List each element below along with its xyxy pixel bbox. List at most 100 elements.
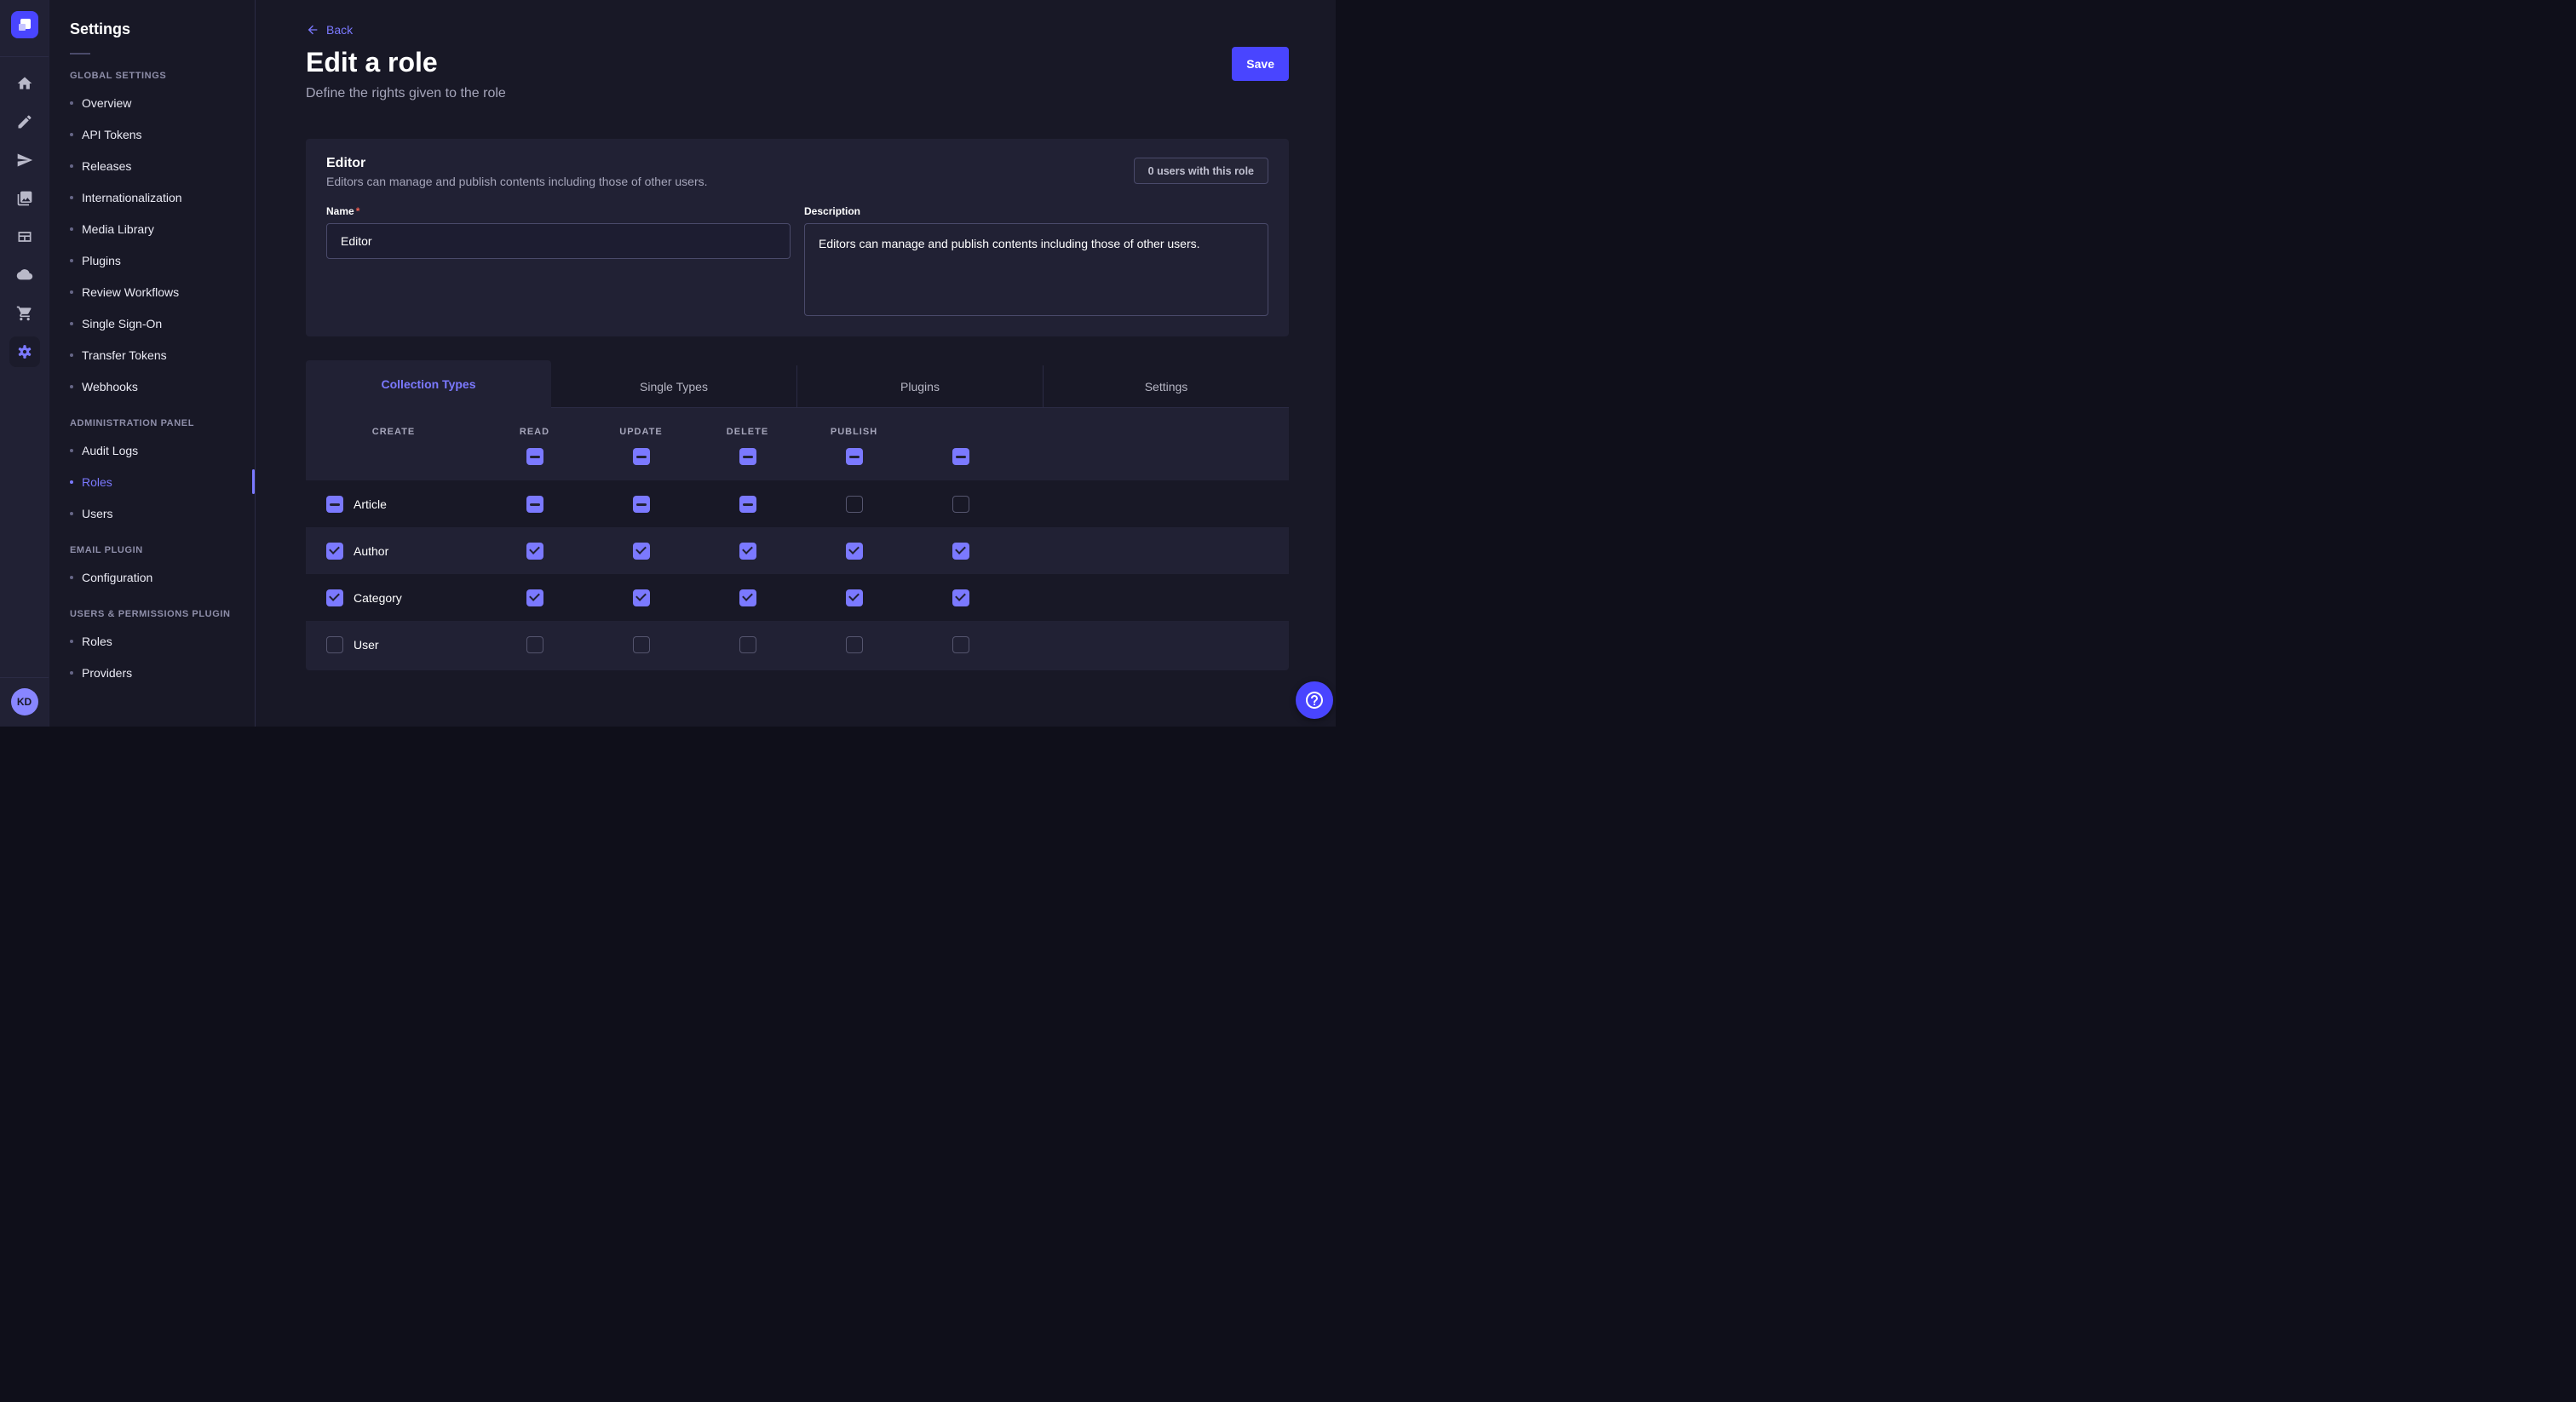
description-textarea[interactable]: Editors can manage and publish contents …	[804, 223, 1268, 316]
row-label: User	[354, 638, 379, 652]
row-checkbox-user[interactable]	[326, 636, 343, 653]
rail-divider	[0, 56, 49, 57]
permission-row-article: Article	[306, 480, 1289, 527]
page-title: Edit a role	[306, 45, 438, 79]
user-avatar[interactable]: KD	[11, 688, 38, 715]
subnav-item-email-configuration[interactable]: Configuration	[49, 561, 255, 593]
subnav-item-overview[interactable]: Overview	[49, 87, 255, 118]
bullet-dot-icon	[70, 576, 73, 579]
subnav-item-audit-logs[interactable]: Audit Logs	[49, 434, 255, 466]
author-update-checkbox[interactable]	[739, 543, 756, 560]
bullet-dot-icon	[70, 353, 73, 357]
category-update-checkbox[interactable]	[739, 589, 756, 606]
subnav-item-admin-users[interactable]: Users	[49, 497, 255, 529]
category-read-checkbox[interactable]	[633, 589, 650, 606]
author-delete-checkbox[interactable]	[846, 543, 863, 560]
paper-plane-icon	[16, 152, 33, 169]
author-create-checkbox[interactable]	[526, 543, 543, 560]
bullet-dot-icon	[70, 322, 73, 325]
home-nav-button[interactable]	[9, 68, 40, 99]
subnav-item-admin-roles[interactable]: Roles	[49, 466, 255, 497]
user-read-checkbox[interactable]	[633, 636, 650, 653]
article-publish-checkbox[interactable]	[952, 496, 969, 513]
subnav-title: Settings	[70, 20, 255, 38]
description-field-group: Description Editors can manage and publi…	[804, 205, 1268, 320]
category-create-checkbox[interactable]	[526, 589, 543, 606]
content-manager-nav-button[interactable]	[9, 106, 40, 137]
bullet-dot-icon	[70, 227, 73, 231]
main-content: Back Edit a role Save Define the rights …	[256, 0, 1336, 727]
user-create-checkbox[interactable]	[526, 636, 543, 653]
strapi-logo[interactable]	[11, 11, 38, 38]
bullet-dot-icon	[70, 640, 73, 643]
media-library-nav-button[interactable]	[9, 183, 40, 214]
permission-row-author: Author	[306, 527, 1289, 574]
row-checkbox-author[interactable]	[326, 543, 343, 560]
section-label: ADMINISTRATION PANEL	[70, 417, 255, 429]
select-all-update-checkbox[interactable]	[739, 448, 756, 465]
help-button[interactable]	[1296, 681, 1333, 719]
category-delete-checkbox[interactable]	[846, 589, 863, 606]
permissions-panel: CREATE READ UPDATE DELETE PUBLISH Art	[306, 408, 1289, 670]
content-type-builder-nav-button[interactable]	[9, 221, 40, 252]
settings-nav-button[interactable]	[9, 336, 40, 367]
settings-subnav: Settings GLOBAL SETTINGS Overview API To…	[49, 0, 256, 727]
permission-row-user: User	[306, 621, 1289, 668]
marketplace-nav-button[interactable]	[9, 298, 40, 329]
role-name-heading: Editor	[326, 156, 708, 171]
users-with-role-button[interactable]: 0 users with this role	[1134, 158, 1268, 184]
article-read-checkbox[interactable]	[633, 496, 650, 513]
row-checkbox-category[interactable]	[326, 589, 343, 606]
subnav-item-single-sign-on[interactable]: Single Sign-On	[49, 307, 255, 339]
subnav-item-transfer-tokens[interactable]: Transfer Tokens	[49, 339, 255, 371]
subnav-item-webhooks[interactable]: Webhooks	[49, 371, 255, 402]
name-input[interactable]	[326, 223, 791, 259]
user-delete-checkbox[interactable]	[846, 636, 863, 653]
tab-collection-types[interactable]: Collection Types	[306, 360, 551, 408]
role-description-text: Editors can manage and publish contents …	[326, 175, 708, 188]
save-button[interactable]: Save	[1232, 47, 1289, 81]
author-publish-checkbox[interactable]	[952, 543, 969, 560]
cloud-nav-button[interactable]	[9, 260, 40, 290]
subnav-item-up-providers[interactable]: Providers	[49, 657, 255, 688]
tab-settings[interactable]: Settings	[1043, 365, 1289, 408]
subnav-item-internationalization[interactable]: Internationalization	[49, 181, 255, 213]
releases-nav-button[interactable]	[9, 145, 40, 175]
column-header-read: READ	[520, 427, 549, 437]
user-update-checkbox[interactable]	[739, 636, 756, 653]
row-label: Author	[354, 544, 388, 558]
subnav-title-divider	[70, 53, 90, 55]
row-label: Article	[354, 497, 387, 511]
author-read-checkbox[interactable]	[633, 543, 650, 560]
pictures-icon	[16, 190, 33, 207]
article-delete-checkbox[interactable]	[846, 496, 863, 513]
back-link[interactable]: Back	[306, 23, 353, 37]
subnav-item-media-library[interactable]: Media Library	[49, 213, 255, 244]
back-label: Back	[326, 23, 353, 37]
tab-plugins[interactable]: Plugins	[796, 365, 1043, 408]
rail-bottom-divider	[0, 677, 49, 678]
column-header-create: CREATE	[372, 427, 415, 437]
subnav-item-up-roles[interactable]: Roles	[49, 625, 255, 657]
row-checkbox-article[interactable]	[326, 496, 343, 513]
tab-single-types[interactable]: Single Types	[551, 365, 796, 408]
active-item-indicator	[252, 469, 255, 494]
shopping-cart-icon	[16, 305, 33, 322]
select-all-create-checkbox[interactable]	[526, 448, 543, 465]
bullet-dot-icon	[70, 101, 73, 105]
subnav-item-review-workflows[interactable]: Review Workflows	[49, 276, 255, 307]
subnav-item-releases[interactable]: Releases	[49, 150, 255, 181]
select-all-publish-checkbox[interactable]	[952, 448, 969, 465]
arrow-left-icon	[306, 23, 319, 37]
category-publish-checkbox[interactable]	[952, 589, 969, 606]
article-update-checkbox[interactable]	[739, 496, 756, 513]
article-create-checkbox[interactable]	[526, 496, 543, 513]
cloud-icon	[16, 267, 33, 284]
pen-icon	[16, 113, 33, 130]
user-publish-checkbox[interactable]	[952, 636, 969, 653]
select-all-delete-checkbox[interactable]	[846, 448, 863, 465]
subnav-item-api-tokens[interactable]: API Tokens	[49, 118, 255, 150]
bullet-dot-icon	[70, 385, 73, 388]
subnav-item-plugins[interactable]: Plugins	[49, 244, 255, 276]
select-all-read-checkbox[interactable]	[633, 448, 650, 465]
